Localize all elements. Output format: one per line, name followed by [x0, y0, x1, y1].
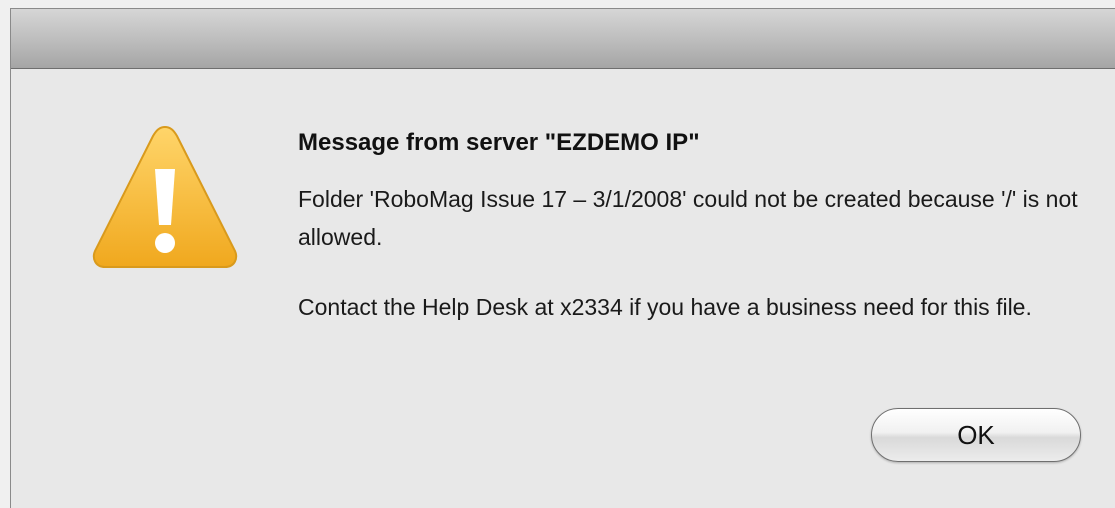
dialog-message: Folder 'RoboMag Issue 17 – 3/1/2008' cou…	[298, 180, 1088, 358]
message-paragraph-help: Contact the Help Desk at x2334 if you ha…	[298, 294, 1032, 320]
alert-dialog: Message from server "EZDEMO IP" Folder '…	[10, 8, 1115, 508]
ok-button[interactable]: OK	[871, 408, 1081, 462]
dialog-title: Message from server "EZDEMO IP"	[298, 129, 700, 156]
dialog-titlebar[interactable]	[11, 9, 1115, 69]
dialog-content: Message from server "EZDEMO IP" Folder '…	[11, 69, 1115, 508]
message-paragraph-error: Folder 'RoboMag Issue 17 – 3/1/2008' cou…	[298, 186, 1078, 250]
warning-icon	[89, 121, 241, 273]
